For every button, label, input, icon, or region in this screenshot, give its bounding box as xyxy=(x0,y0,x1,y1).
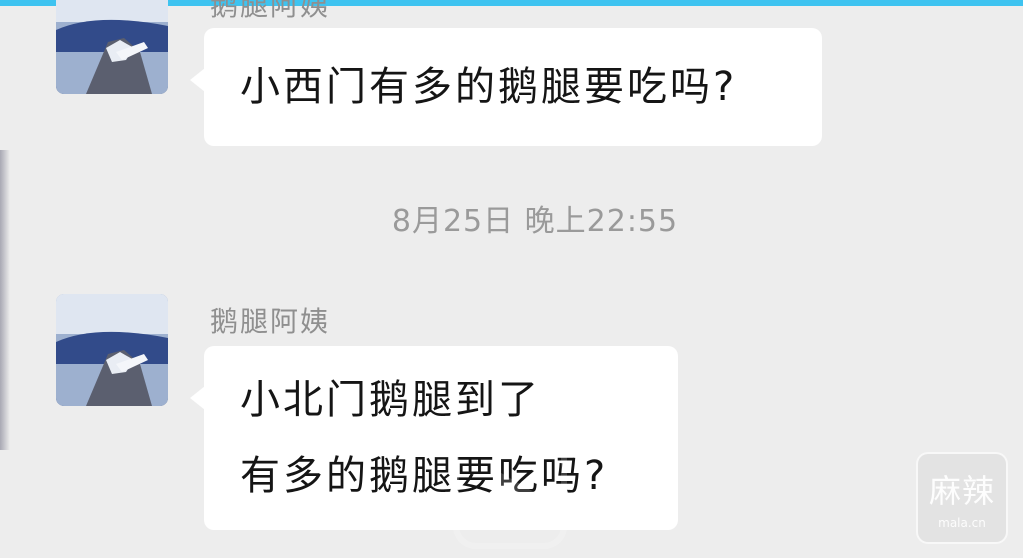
profile-photo-icon xyxy=(56,294,168,406)
message-timestamp: 8月25日 晚上22:55 xyxy=(391,204,679,239)
bubble-tail xyxy=(190,386,205,410)
message-text: 有多的鹅腿要吃吗? xyxy=(240,453,609,499)
message-bubble[interactable]: 小北门鹅腿到了 有多的鹅腿要吃吗? xyxy=(190,346,678,530)
message-text: 小北门鹅腿到了 xyxy=(240,377,541,423)
sender-name: 鹅腿阿姨 xyxy=(210,0,331,22)
sender-avatar[interactable] xyxy=(56,294,168,406)
watermark-logo: 麻辣 mala.cn xyxy=(916,452,1008,544)
left-edge-shadow xyxy=(0,150,10,450)
bubble-tail xyxy=(190,68,205,92)
sender-name: 鹅腿阿姨 xyxy=(210,305,331,338)
profile-photo-icon xyxy=(56,0,168,94)
watermark-text: 麻辣 xyxy=(928,472,995,510)
play-icon[interactable] xyxy=(450,432,570,552)
message-bubble[interactable]: 小西门有多的鹅腿要吃吗? xyxy=(190,28,822,146)
sender-avatar[interactable] xyxy=(56,0,168,94)
watermark-domain: mala.cn xyxy=(938,516,986,530)
message-text: 小西门有多的鹅腿要吃吗? xyxy=(240,64,738,110)
